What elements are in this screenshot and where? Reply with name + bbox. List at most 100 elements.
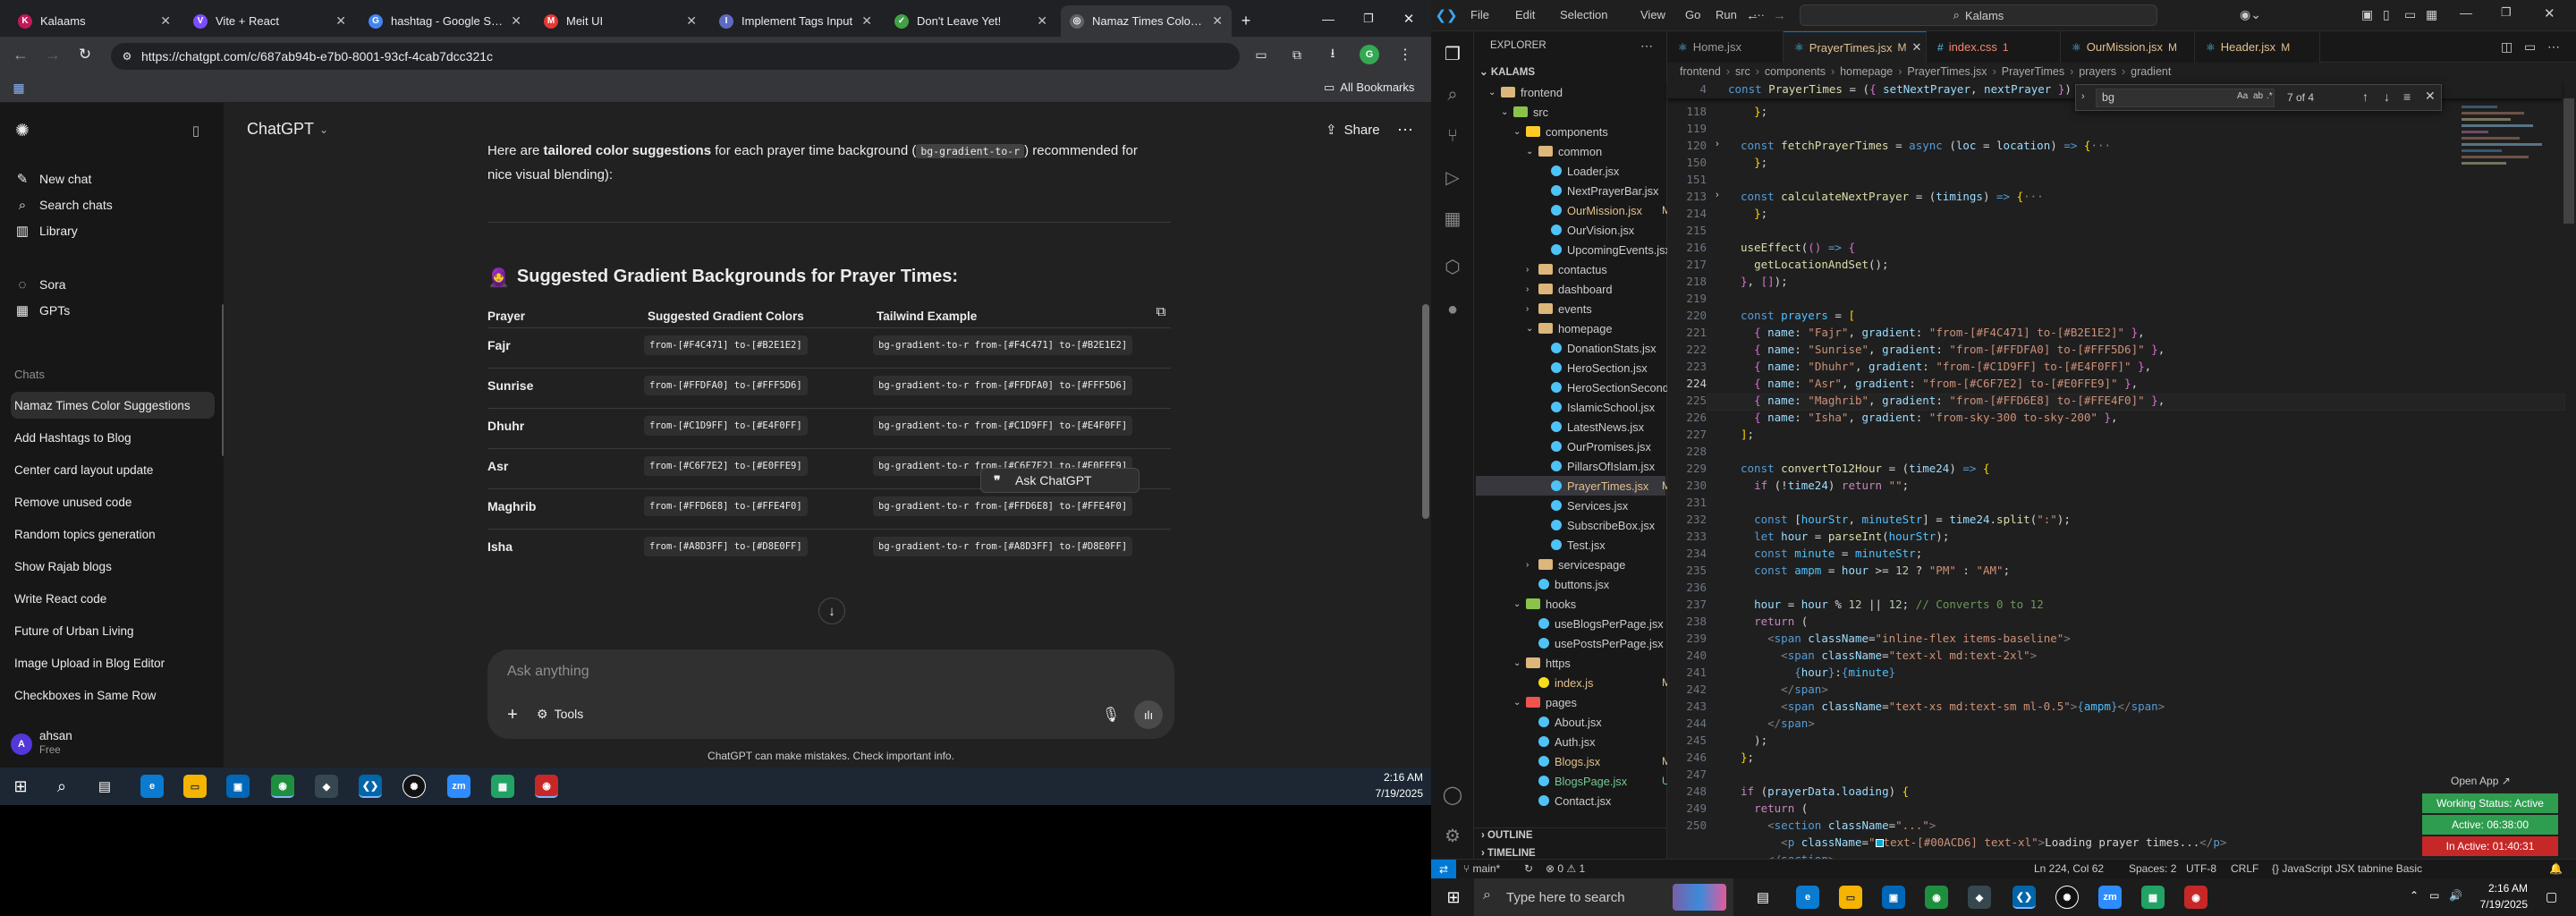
edge-icon[interactable]: e [140,775,164,798]
layout-panel-icon[interactable]: ▣ [2361,7,2373,22]
menu-go[interactable]: Go [1685,8,1700,21]
windows-start-icon[interactable]: ⊞ [11,776,30,796]
code-line[interactable]: if (!time24) return ""; [1741,479,1909,492]
menu-edit[interactable]: Edit [1515,8,1535,21]
network-icon[interactable]: ▭ [2429,889,2439,902]
code-line[interactable]: { name: "Sunrise", gradient: "from-[#FFD… [1741,343,2165,356]
new-tab-button[interactable]: + [1236,11,1256,30]
breadcrumb-item[interactable]: frontend [1680,65,1721,78]
tree-file[interactable]: useBlogsPerPage.jsx [1526,614,1664,633]
sidebar-item-sora[interactable]: ◌ Sora [11,271,215,298]
chat-history-item[interactable]: Image Upload in Blog Editor [11,649,215,676]
tab-close-icon[interactable]: ✕ [861,13,872,29]
tree-file[interactable]: usePostsPerPage.jsx [1526,633,1664,653]
tree-file[interactable]: PrayerTimes.jsx M [1476,476,1671,496]
chat-history-item[interactable]: Random topics generation [11,521,215,547]
code-line[interactable]: { name: "Asr", gradient: "from-[#C6F7E2]… [1741,377,2138,390]
code-line[interactable]: {hour}:{minute} [1741,666,1895,679]
store-icon[interactable]: ▣ [1882,886,1905,909]
tree-file[interactable]: index.js M [1526,673,1671,692]
tools-button[interactable]: ⚙ Tools [537,707,583,722]
file-explorer-icon[interactable]: ▭ [183,775,207,798]
code-line[interactable]: const ampm = hour >= 12 ? "PM" : "AM"; [1741,564,2010,577]
tree-file[interactable]: NextPrayerBar.jsx [1538,181,1658,200]
tree-file[interactable]: LatestNews.jsx [1538,417,1644,437]
browser-tab[interactable]: M Meit UI ✕ [535,5,706,37]
download-icon[interactable]: ⭳ [1324,46,1342,64]
back-icon[interactable]: ← [11,45,30,64]
code-line[interactable]: { name: "Isha", gradient: "from-sky-300 … [1741,411,2117,424]
code-line[interactable]: hour = hour % 12 || 12; // Converts 0 to… [1741,598,2044,611]
code-line[interactable]: }; [1741,207,1767,220]
status-item[interactable]: CRLF [2231,862,2258,875]
tree-folder[interactable]: ⌄ homepage [1526,318,1612,338]
match-case-icon[interactable]: Aa [2237,91,2248,101]
code-line[interactable]: }; [1741,105,1767,118]
chat-history-item[interactable]: Show Rajab blogs [11,553,215,580]
tab-close-icon[interactable]: ✕ [511,13,521,29]
extensions-icon[interactable]: ▦ [1442,208,1463,229]
tab-close-icon[interactable]: ✕ [335,13,346,29]
tray-chevron-icon[interactable]: ⌃ [2410,889,2419,902]
editor-tab[interactable]: ⚛ Header.jsx M [2195,31,2320,63]
vscode-icon[interactable]: ❮❯ [359,775,382,798]
add-attachment-icon[interactable]: + [503,705,522,725]
manage-gear-icon[interactable]: ⚙ [1442,825,1463,846]
code-line[interactable]: }; [1741,156,1767,169]
git-branch[interactable]: ⑂ main* [1463,862,1500,875]
tree-file[interactable]: DonationStats.jsx [1538,338,1657,358]
task-view-icon[interactable]: ▤ [95,776,114,796]
chat-history-item[interactable]: Write React code [11,585,215,612]
outline-section[interactable]: › OUTLINE [1481,830,1533,841]
file-explorer-icon[interactable]: ▭ [1839,886,1862,909]
clock-time[interactable]: 2:16 AM [2469,882,2528,895]
chrome-icon[interactable]: ◉ [271,775,294,798]
menu-run[interactable]: Run [1716,8,1737,21]
command-search[interactable]: ⌕ Kalams [1800,4,2157,26]
split-editor-icon[interactable]: ◫ [2501,39,2512,55]
tree-folder[interactable]: › events [1526,299,1592,318]
breadcrumb-item[interactable]: src [1735,65,1750,78]
code-line[interactable]: <section className="..."> [1741,818,1936,832]
editor-layout-icon[interactable]: ▭ [2524,39,2536,55]
chatgpt-app-icon[interactable]: ✺ [2055,886,2079,909]
reload-icon[interactable]: ↻ [75,45,95,64]
copilot-icon[interactable]: ◉⌄ [2240,7,2261,22]
close-window-icon[interactable]: ✕ [2544,5,2555,21]
site-info-icon[interactable]: ⚙ [120,49,134,64]
code-line[interactable]: useEffect(() => { [1741,241,1855,254]
tree-file[interactable]: OurMission.jsx M [1538,200,1671,220]
user-name[interactable]: ahsan [39,729,72,742]
code-line[interactable]: ]; [1741,428,1754,441]
calculator-icon[interactable]: ▦ [491,775,514,798]
fold-chevron-icon[interactable]: › [1716,139,1719,149]
problems-count[interactable]: ⊗ 0 ⚠ 1 [1546,862,1585,875]
code-line-current[interactable]: { name: "Maghrib", gradient: "from-[#FFD… [1741,394,2165,407]
close-tab-icon[interactable]: ✕ [1911,40,1921,55]
breadcrumb-item[interactable]: gradient [2131,65,2171,78]
vscode-icon[interactable]: ❮❯ [2012,886,2036,909]
chatgpt-app-icon[interactable]: ✺ [402,775,426,798]
run-debug-icon[interactable]: ▷ [1442,166,1463,188]
profile-avatar[interactable]: G [1360,45,1379,64]
copy-table-icon[interactable]: ⧉ [1152,302,1170,320]
tree-folder[interactable]: ⌄ common [1526,141,1602,161]
tree-file[interactable]: Loader.jsx [1538,161,1619,181]
user-avatar[interactable]: A [11,734,32,755]
forward-icon[interactable]: → [43,45,63,64]
code-line[interactable]: <span className="inline-flex items-basel… [1741,632,2071,645]
chat-history-item[interactable]: Add Hashtags to Blog [11,424,215,451]
clock-date[interactable]: 7/19/2025 [1355,787,1423,800]
breadcrumb-item[interactable]: PrayerTimes.jsx [1907,65,1987,78]
taskbar-search-icon[interactable]: ⌕ [52,776,72,796]
close-find-icon[interactable]: ✕ [2425,89,2436,104]
code-line[interactable]: </section> [1741,852,1835,859]
open-app-link[interactable]: Open App ↗ [2451,775,2511,787]
workspace-root[interactable]: ⌄ KALAMS [1479,65,1535,78]
clock-time[interactable]: 2:16 AM [1364,771,1423,784]
tab-close-icon[interactable]: ✕ [160,13,171,29]
tree-folder[interactable]: ⌄ hooks [1513,594,1576,614]
tree-folder[interactable]: ⌄ frontend [1488,82,1563,102]
toggle-sidebar-icon[interactable]: ▯ [186,121,206,140]
tree-folder[interactable]: ⌄ src [1501,102,1548,122]
